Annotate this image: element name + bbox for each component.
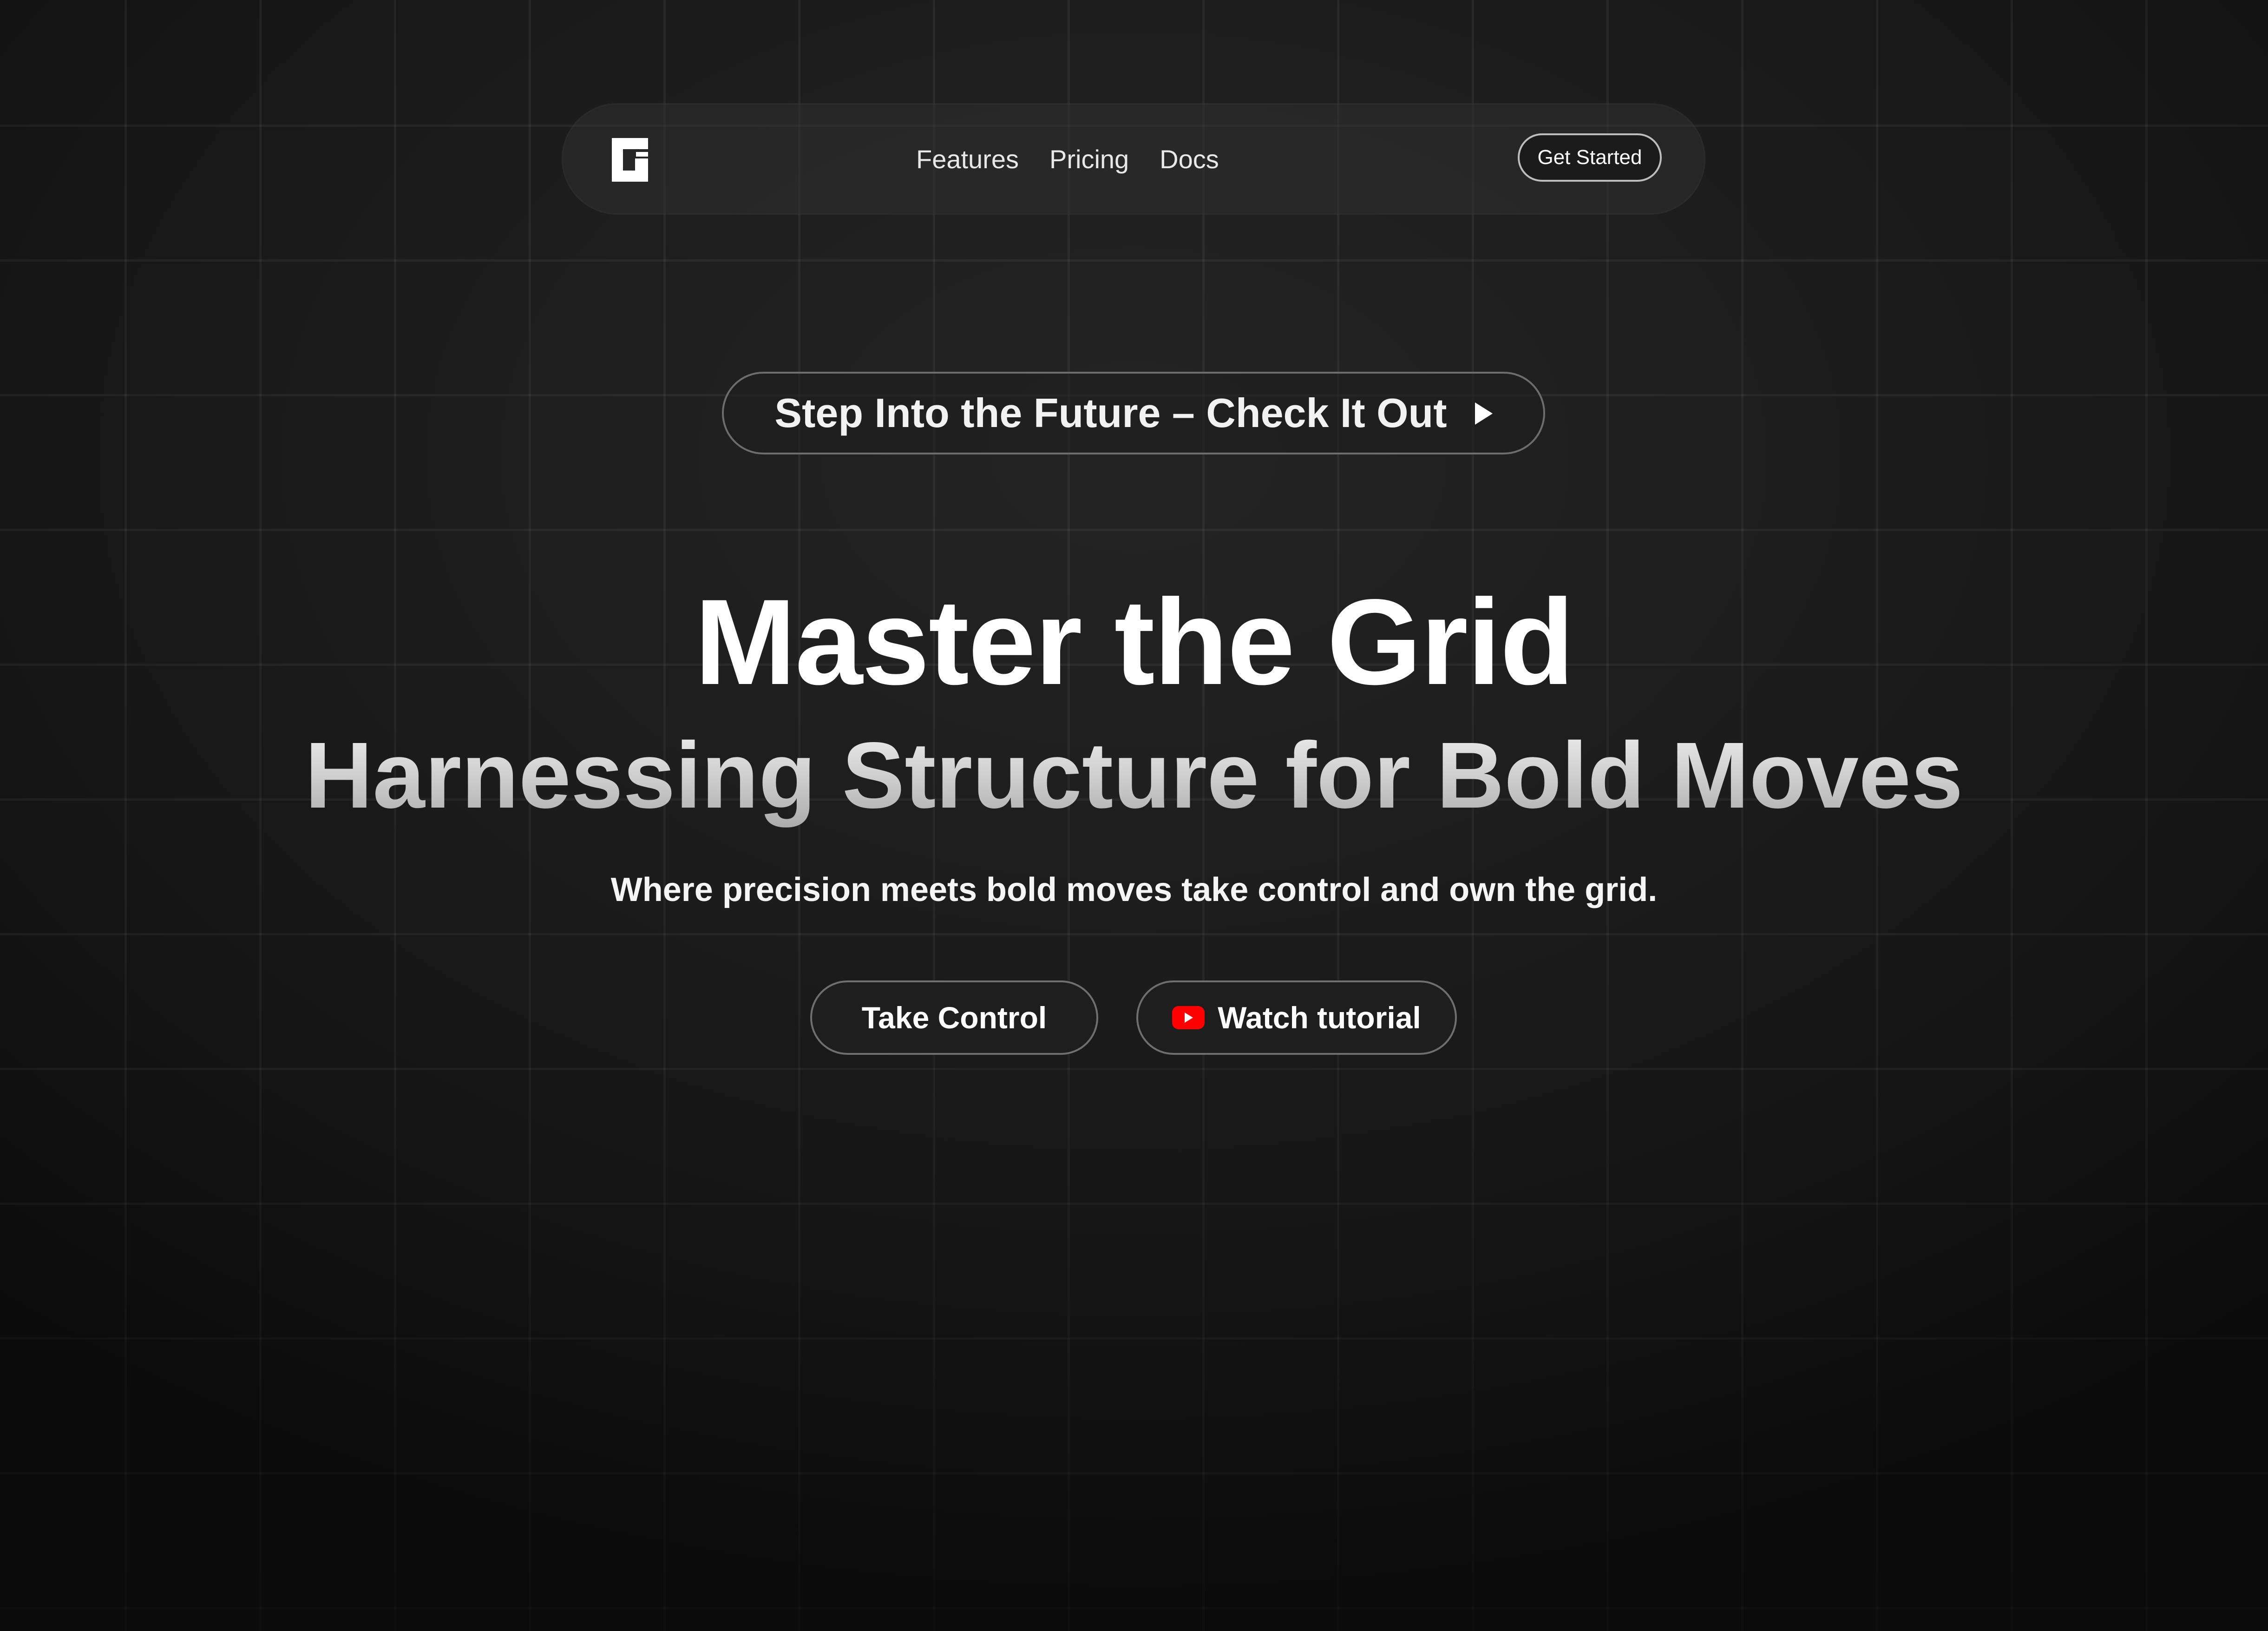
watch-tutorial-button[interactable]: Watch tutorial — [1136, 980, 1457, 1055]
nav-links: Features Pricing Docs — [916, 103, 1219, 215]
take-control-button[interactable]: Take Control — [810, 980, 1098, 1055]
youtube-icon — [1172, 1006, 1205, 1029]
take-control-label: Take Control — [861, 1000, 1047, 1035]
brand-logo-icon[interactable] — [612, 138, 648, 182]
get-started-button[interactable]: Get Started — [1518, 133, 1662, 182]
hero-tagline: Where precision meets bold moves take co… — [610, 871, 1658, 908]
nav-link-pricing[interactable]: Pricing — [1049, 144, 1129, 174]
hero-title: Master the Grid — [695, 574, 1574, 710]
announcement-text: Step Into the Future – Check It Out — [774, 390, 1447, 436]
nav-link-features[interactable]: Features — [916, 144, 1019, 174]
nav-link-docs[interactable]: Docs — [1160, 144, 1219, 174]
play-icon — [1475, 402, 1493, 425]
hero-subtitle: Harnessing Structure for Bold Moves — [0, 719, 2268, 831]
top-navbar: Features Pricing Docs Get Started — [562, 103, 1705, 215]
watch-tutorial-label: Watch tutorial — [1218, 1000, 1421, 1035]
announcement-pill[interactable]: Step Into the Future – Check It Out — [722, 372, 1545, 454]
